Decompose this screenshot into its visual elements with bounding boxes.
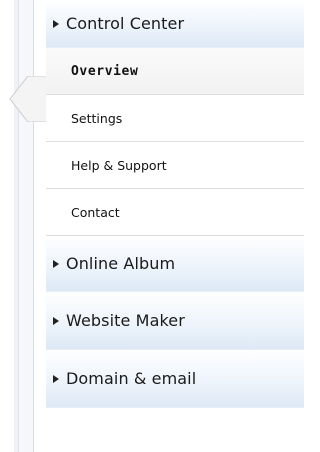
submenu-item-label: Contact [71, 204, 120, 220]
section-website-maker[interactable]: Website Maker [46, 292, 304, 350]
submenu-item-label: Help & Support [71, 157, 167, 173]
triangle-right-icon [46, 259, 66, 268]
triangle-right-icon [46, 316, 66, 325]
side-menu: Control Center Overview Settings Help & … [46, 0, 304, 452]
triangle-right-icon [46, 19, 66, 28]
section-label: Control Center [66, 14, 185, 33]
section-control-center[interactable]: Control Center [46, 0, 304, 48]
submenu-item-label: Overview [71, 63, 139, 79]
submenu-item-settings[interactable]: Settings [46, 95, 304, 142]
left-rail [14, 0, 34, 452]
section-label: Online Album [66, 254, 176, 273]
section-label: Domain & email [66, 369, 197, 388]
submenu-item-label: Settings [71, 110, 123, 126]
section-label: Website Maker [66, 311, 185, 330]
submenu-item-help-support[interactable]: Help & Support [46, 142, 304, 189]
triangle-right-icon [46, 374, 66, 383]
submenu-item-contact[interactable]: Contact [46, 189, 304, 236]
section-domain-email[interactable]: Domain & email [46, 350, 304, 408]
submenu-item-overview[interactable]: Overview [46, 48, 304, 95]
section-online-album[interactable]: Online Album [46, 236, 304, 292]
